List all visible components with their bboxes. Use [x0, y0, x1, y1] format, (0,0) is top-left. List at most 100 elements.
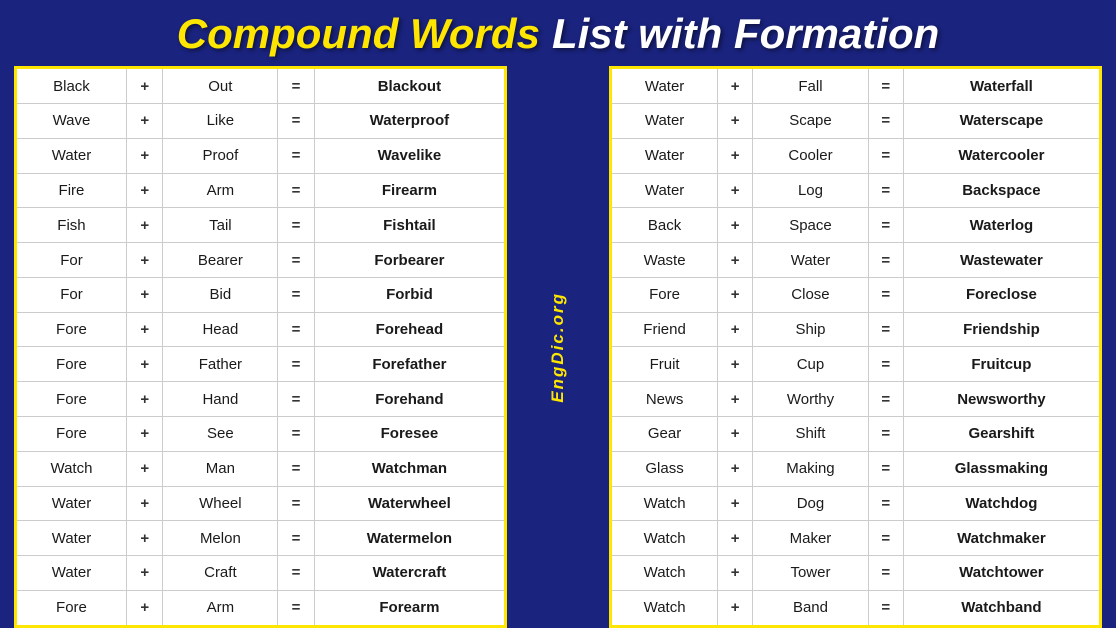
- table-cell: =: [278, 590, 315, 626]
- table-cell: +: [718, 208, 753, 243]
- table-cell: Man: [163, 451, 278, 486]
- table-row: Fruit+Cup=Fruitcup: [611, 347, 1101, 382]
- table-row: Fore+Head=Forehead: [16, 312, 506, 347]
- table-cell: Waste: [611, 243, 718, 278]
- table-cell: Water: [611, 104, 718, 139]
- table-row: Glass+Making=Glassmaking: [611, 451, 1101, 486]
- table-row: Fore+Close=Foreclose: [611, 277, 1101, 312]
- table-cell: Melon: [163, 521, 278, 556]
- table-cell: Arm: [163, 590, 278, 626]
- table-cell: +: [126, 277, 163, 312]
- table-cell: +: [126, 243, 163, 278]
- table-cell: Maker: [753, 521, 869, 556]
- table-cell: Waterproof: [314, 104, 505, 139]
- table-cell: Watch: [611, 590, 718, 626]
- table-row: For+Bearer=Forbearer: [16, 243, 506, 278]
- table-cell: =: [868, 521, 903, 556]
- table-cell: =: [868, 416, 903, 451]
- table-cell: Water: [611, 138, 718, 173]
- table-cell: Space: [753, 208, 869, 243]
- table-cell: Bearer: [163, 243, 278, 278]
- table-cell: Forehand: [314, 382, 505, 417]
- table-cell: See: [163, 416, 278, 451]
- table-cell: Watchdog: [903, 486, 1100, 521]
- table-cell: =: [278, 556, 315, 591]
- table-cell: Scape: [753, 104, 869, 139]
- table-cell: +: [126, 590, 163, 626]
- table-cell: +: [126, 486, 163, 521]
- table-row: Water+Proof=Wavelike: [16, 138, 506, 173]
- table-cell: =: [278, 277, 315, 312]
- table-row: Fore+Father=Forefather: [16, 347, 506, 382]
- table-cell: Water: [611, 173, 718, 208]
- table-cell: Out: [163, 68, 278, 104]
- table-cell: +: [718, 68, 753, 104]
- table-cell: Forbid: [314, 277, 505, 312]
- table-row: News+Worthy=Newsworthy: [611, 382, 1101, 417]
- table-cell: +: [718, 590, 753, 626]
- table-row: Fore+See=Foresee: [16, 416, 506, 451]
- table-cell: Foresee: [314, 416, 505, 451]
- watermark-container: EngDic.org: [523, 66, 593, 628]
- table-cell: =: [278, 68, 315, 104]
- table-cell: Fire: [16, 173, 127, 208]
- table-cell: Glassmaking: [903, 451, 1100, 486]
- table-cell: Blackout: [314, 68, 505, 104]
- table-cell: +: [126, 521, 163, 556]
- table-row: Waste+Water=Wastewater: [611, 243, 1101, 278]
- table-cell: +: [718, 556, 753, 591]
- table-cell: =: [278, 382, 315, 417]
- table-cell: Cup: [753, 347, 869, 382]
- table-cell: +: [126, 138, 163, 173]
- table-cell: +: [126, 68, 163, 104]
- table-cell: Father: [163, 347, 278, 382]
- table-cell: Watchman: [314, 451, 505, 486]
- table-cell: Watchtower: [903, 556, 1100, 591]
- tables-wrapper: Black+Out=BlackoutWave+Like=WaterproofWa…: [0, 66, 1116, 628]
- table-cell: Fish: [16, 208, 127, 243]
- table-cell: +: [718, 243, 753, 278]
- table-cell: =: [868, 347, 903, 382]
- table-row: Water+Cooler=Watercooler: [611, 138, 1101, 173]
- table-row: Water+Craft=Watercraft: [16, 556, 506, 591]
- table-cell: Tail: [163, 208, 278, 243]
- table-cell: Watercooler: [903, 138, 1100, 173]
- table-cell: +: [718, 104, 753, 139]
- table-cell: Fore: [611, 277, 718, 312]
- table-cell: +: [718, 138, 753, 173]
- table-cell: Watercraft: [314, 556, 505, 591]
- table-cell: Log: [753, 173, 869, 208]
- table-cell: Head: [163, 312, 278, 347]
- table-cell: =: [278, 451, 315, 486]
- title-part2: List with Formation: [552, 10, 939, 58]
- table-cell: Cooler: [753, 138, 869, 173]
- table-cell: Backspace: [903, 173, 1100, 208]
- table-row: Wave+Like=Waterproof: [16, 104, 506, 139]
- table-cell: +: [718, 173, 753, 208]
- table-cell: Proof: [163, 138, 278, 173]
- table-cell: =: [868, 68, 903, 104]
- table-cell: =: [278, 521, 315, 556]
- table-cell: Foreclose: [903, 277, 1100, 312]
- title-bar: Compound Words List with Formation: [0, 0, 1116, 66]
- table-cell: Fruit: [611, 347, 718, 382]
- table-cell: =: [868, 556, 903, 591]
- watermark-text: EngDic.org: [548, 292, 568, 403]
- table-cell: +: [126, 208, 163, 243]
- table-row: Water+Scape=Waterscape: [611, 104, 1101, 139]
- table-cell: +: [718, 382, 753, 417]
- table-row: Back+Space=Waterlog: [611, 208, 1101, 243]
- table-cell: +: [126, 347, 163, 382]
- table-cell: =: [868, 138, 903, 173]
- table-cell: For: [16, 277, 127, 312]
- table-row: Watch+Tower=Watchtower: [611, 556, 1101, 591]
- table-row: Fish+Tail=Fishtail: [16, 208, 506, 243]
- table-cell: Fore: [16, 347, 127, 382]
- table-cell: +: [126, 173, 163, 208]
- table-cell: Watch: [611, 521, 718, 556]
- table-cell: Fore: [16, 590, 127, 626]
- table-cell: Fore: [16, 416, 127, 451]
- table-cell: For: [16, 243, 127, 278]
- table-row: Fire+Arm=Firearm: [16, 173, 506, 208]
- table-row: Water+Log=Backspace: [611, 173, 1101, 208]
